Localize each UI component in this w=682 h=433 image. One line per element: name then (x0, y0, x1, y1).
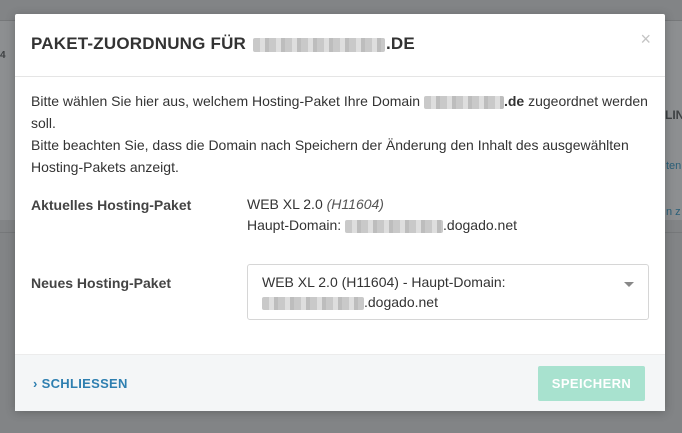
close-link-label: SCHLIESSEN (41, 376, 128, 391)
dialog-footer: › SCHLIESSEN SPEICHERN (15, 354, 665, 411)
dialog-title: PAKET-ZUORDNUNG FÜR .DE (31, 34, 415, 54)
close-icon[interactable]: × (640, 30, 651, 48)
current-package-value: WEB XL 2.0 (H11604) Haupt-Domain: .dogad… (247, 194, 517, 236)
select-domain-suffix: .dogado.net (364, 294, 438, 310)
redacted-domain (252, 37, 385, 52)
redacted-domain (423, 95, 504, 109)
dialog-title-suffix: .DE (385, 34, 415, 53)
package-assignment-dialog: PAKET-ZUORDNUNG FÜR .DE × Bitte wählen S… (15, 14, 665, 411)
description-text: Bitte wählen Sie hier aus, welchem Hosti… (31, 93, 421, 109)
description-paragraph-2: Bitte beachten Sie, dass die Domain nach… (31, 137, 629, 175)
current-package-name: WEB XL 2.0 (H11604) (247, 194, 517, 215)
description-paragraph-1: Bitte wählen Sie hier aus, welchem Hosti… (31, 90, 651, 134)
main-domain-label: Haupt-Domain: (247, 217, 342, 233)
main-domain-suffix: .dogado.net (443, 217, 518, 233)
current-package-title: WEB XL 2.0 (247, 196, 323, 212)
redacted-domain (262, 296, 364, 310)
background-link: n z (666, 206, 681, 218)
close-dialog-link[interactable]: › SCHLIESSEN (33, 376, 128, 391)
background-link: ten (666, 160, 682, 172)
dialog-title-prefix: PAKET-ZUORDNUNG FÜR (31, 34, 247, 53)
current-package-label: Aktuelles Hosting-Paket (31, 197, 192, 213)
new-package-label: Neues Hosting-Paket (31, 275, 172, 291)
new-package-select[interactable]: WEB XL 2.0 (H11604) - Haupt-Domain: .dog… (247, 264, 649, 320)
select-value-line-2: .dogado.net (262, 292, 612, 312)
redacted-domain (345, 219, 444, 233)
domain-suffix: .de (503, 93, 525, 109)
current-main-domain: Haupt-Domain: .dogado.net (247, 215, 517, 236)
chevron-right-icon: › (33, 376, 38, 391)
select-value: WEB XL 2.0 (H11604) - Haupt-Domain: .dog… (262, 272, 612, 312)
background-text: LIN (665, 108, 682, 122)
save-button[interactable]: SPEICHERN (538, 366, 645, 401)
dialog-header: PAKET-ZUORDNUNG FÜR .DE × (15, 14, 665, 77)
chevron-down-icon (624, 282, 634, 287)
background-text: 4 (0, 50, 6, 61)
dialog-description: Bitte wählen Sie hier aus, welchem Hosti… (31, 90, 651, 178)
current-package-code: (H11604) (326, 196, 384, 212)
select-value-line-1: WEB XL 2.0 (H11604) - Haupt-Domain: (262, 274, 506, 290)
